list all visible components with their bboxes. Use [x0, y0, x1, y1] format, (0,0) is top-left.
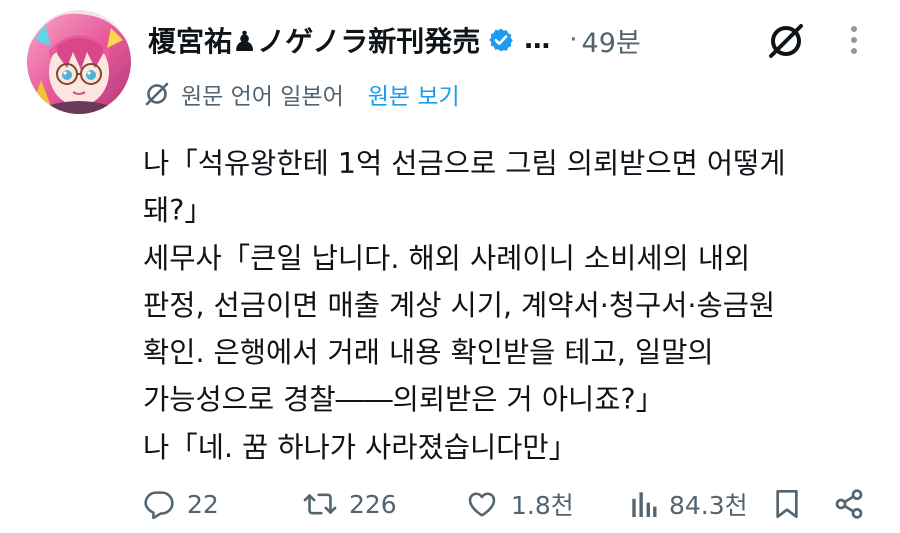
- author-avatar[interactable]: [27, 10, 131, 114]
- name-ellipsis: …: [524, 25, 552, 55]
- tweet-line: 나「석유왕한테 1억 선금으로 그림 의뢰받으면 어떻게: [143, 147, 786, 180]
- share-button[interactable]: [833, 482, 865, 526]
- reply-button[interactable]: 22: [143, 482, 219, 526]
- author-name[interactable]: 榎宮祐♟ノゲノラ新刊発売: [148, 20, 480, 60]
- views-count: 84.3천: [669, 491, 748, 520]
- action-bar: 22 226 1.8천 84.3천: [143, 482, 880, 526]
- verified-badge-icon[interactable]: [488, 27, 514, 53]
- tweet-line: 나「네. 꿈 하나가 사라졌습니다만」: [143, 430, 578, 464]
- grok-icon: [769, 24, 803, 58]
- time-separator: ·: [569, 25, 578, 55]
- reply-icon: [144, 491, 174, 520]
- translation-row: 원문 언어 일본어 원본 보기: [143, 74, 460, 114]
- repost-button[interactable]: 226: [303, 482, 397, 526]
- more-button[interactable]: [840, 18, 868, 62]
- views-button[interactable]: 84.3천: [631, 482, 748, 526]
- tweet-text: 나「석유왕한테 1억 선금으로 그림 의뢰받으면 어떻게 돼?」 세무사「큰일 …: [143, 140, 873, 471]
- tweet-line: 판정, 선금이면 매출 계상 시기, 계약서·청구서·송금원: [143, 288, 776, 322]
- more-vertical-icon: [851, 26, 857, 54]
- like-count: 1.8천: [511, 491, 574, 520]
- repost-count: 226: [349, 489, 397, 519]
- reply-count: 22: [187, 489, 219, 519]
- bookmark-icon: [776, 490, 798, 518]
- grok-icon: [145, 82, 169, 106]
- show-original-link[interactable]: 원본 보기: [368, 77, 460, 111]
- translation-label: 원문 언어 일본어: [181, 84, 344, 110]
- share-icon: [835, 489, 863, 519]
- repost-icon: [303, 493, 337, 515]
- bookmark-button[interactable]: [773, 482, 801, 526]
- heart-icon: [468, 492, 496, 517]
- tweet-line: 가능성으로 경찰――의뢰받은 거 아니죠?」: [143, 383, 665, 417]
- views-icon: [632, 492, 657, 517]
- tweet-line: 돼?」: [143, 194, 213, 228]
- tweet-line: 확인. 은행에서 거래 내용 확인받을 테고, 일말의: [143, 336, 714, 370]
- post-time[interactable]: 49분: [582, 21, 641, 60]
- like-button[interactable]: 1.8천: [465, 482, 574, 526]
- tweet-line: 세무사「큰일 납니다. 해외 사례이니 소비세의 내외: [143, 241, 751, 275]
- grok-button[interactable]: [765, 20, 807, 62]
